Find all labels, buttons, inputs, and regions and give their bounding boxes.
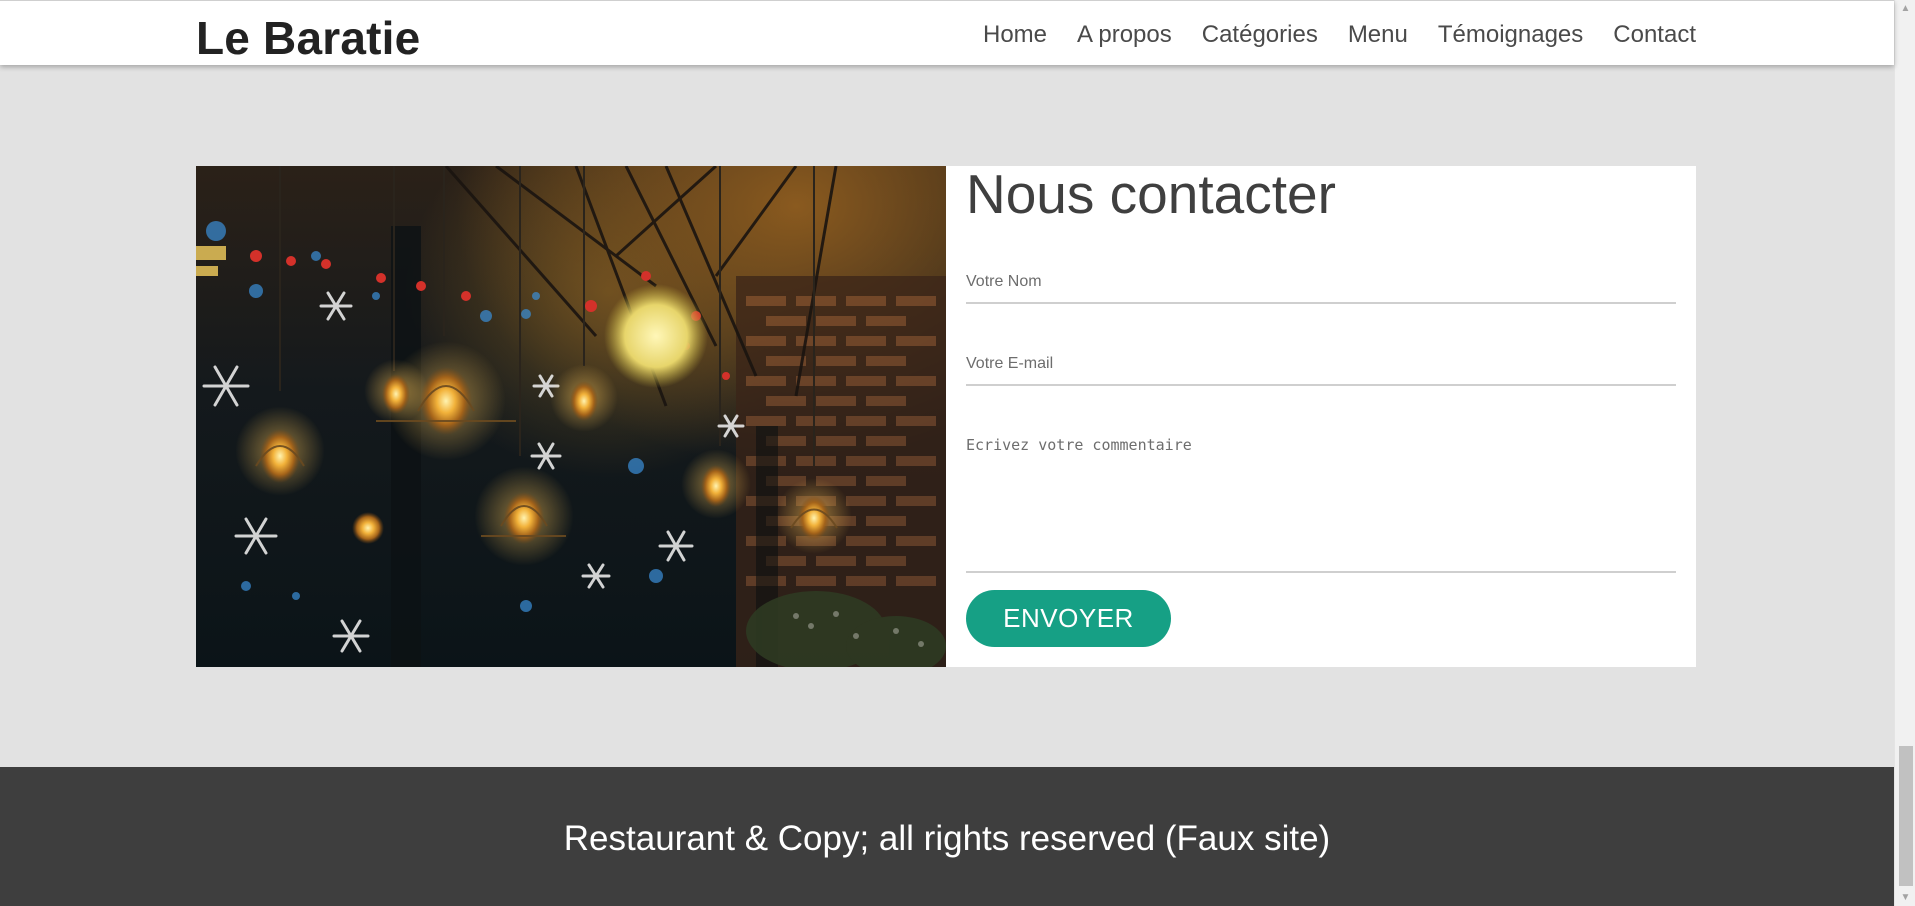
page-scrollbar[interactable]: ▲ ▼ [1894,0,1915,906]
scrollbar-thumb[interactable] [1899,746,1913,886]
nav-temoignages[interactable]: Témoignages [1438,21,1583,49]
footer-copyright: Restaurant & Copy; all rights reserved (… [563,819,1331,858]
nav-categories[interactable]: Catégories [1202,21,1318,49]
email-field[interactable] [966,344,1676,386]
send-button[interactable]: ENVOYER [966,590,1171,647]
main-navigation: Home A propos Catégories Menu Témoignage… [983,21,1696,49]
nav-home[interactable]: Home [983,21,1047,49]
name-field[interactable] [966,262,1676,304]
contact-form: Nous contacter ENVOYER [946,163,1696,667]
nav-a-propos[interactable]: A propos [1077,21,1172,49]
contact-title: Nous contacter [966,163,1336,225]
site-logo[interactable]: Le Baratie [196,11,420,65]
restaurant-lights-photo [196,166,946,667]
comment-field[interactable] [966,426,1676,573]
nav-contact[interactable]: Contact [1613,21,1696,49]
site-footer: Restaurant & Copy; all rights reserved (… [0,767,1894,906]
top-navbar: Le Baratie Home A propos Catégories Menu… [0,0,1894,65]
nav-menu[interactable]: Menu [1348,21,1408,49]
triangle-down-icon[interactable]: ▼ [1895,889,1915,906]
photo-illustration [196,166,946,667]
contact-section: Nous contacter ENVOYER [196,163,1696,667]
triangle-up-icon[interactable]: ▲ [1895,0,1915,17]
